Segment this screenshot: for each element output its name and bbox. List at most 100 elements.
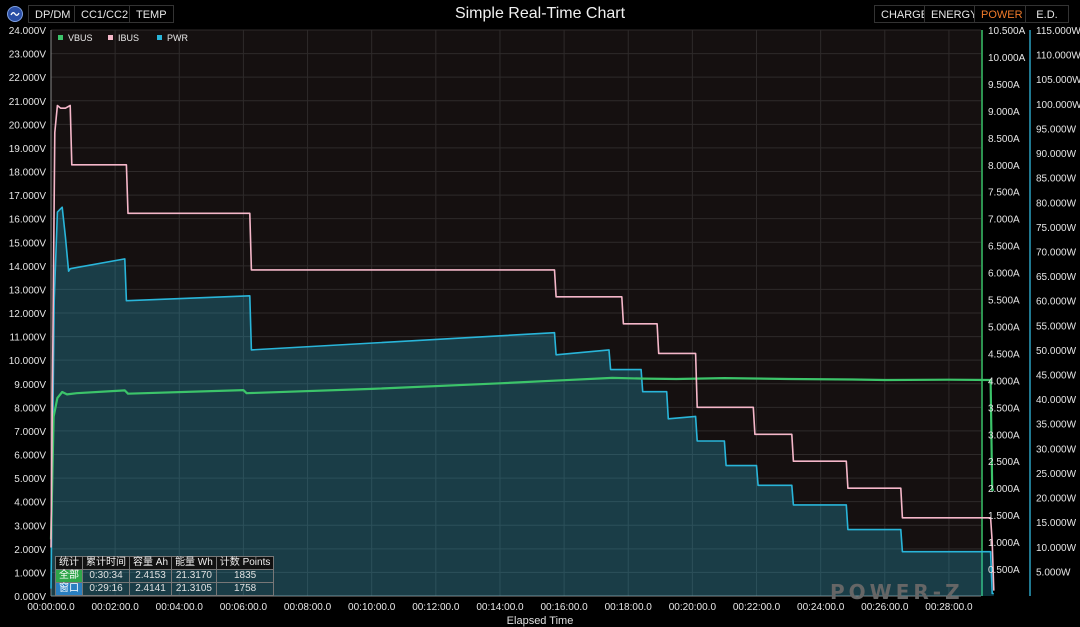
y-right2-tick-label: 40.000W: [1036, 395, 1077, 406]
y-left-tick-label: 9.000V: [14, 380, 46, 391]
y-left-tick-label: 19.000V: [9, 144, 47, 155]
y-right1-tick-label: 0.500A: [988, 565, 1020, 576]
stats-cell: 21.3105: [171, 582, 217, 596]
y-right1-tick-label: 3.000A: [988, 430, 1020, 441]
stats-cell: 21.3170: [171, 569, 217, 583]
y-right1-tick-label: 9.000A: [988, 107, 1020, 118]
y-right2-tick-label: 30.000W: [1036, 444, 1077, 455]
power-chart[interactable]: 0.000V1.000V2.000V3.000V4.000V5.000V6.00…: [0, 0, 1080, 627]
stats-row-label: 全部: [55, 569, 83, 583]
y-right2-tick-label: 80.000W: [1036, 198, 1077, 209]
y-right2-tick-label: 25.000W: [1036, 469, 1077, 480]
brand-logo: POWER-Z: [830, 580, 964, 604]
y-right1-tick-label: 2.500A: [988, 457, 1020, 468]
y-right1-tick-label: 5.000A: [988, 322, 1020, 333]
x-tick-label: 00:10:00.0: [348, 602, 396, 613]
y-right1-tick-label: 1.500A: [988, 511, 1020, 522]
x-tick-label: 00:00:00.0: [27, 602, 75, 613]
stats-header: 统计: [55, 556, 83, 570]
y-right2-tick-label: 20.000W: [1036, 494, 1077, 505]
y-left-tick-label: 18.000V: [9, 168, 47, 179]
legend-ibus-swatch: [108, 35, 113, 40]
legend-vbus: VBUS: [58, 33, 93, 43]
stats-cell: 0:29:16: [82, 582, 130, 596]
y-left-tick-label: 10.000V: [9, 356, 47, 367]
x-tick-label: 00:02:00.0: [92, 602, 140, 613]
y-right2-tick-label: 15.000W: [1036, 518, 1077, 529]
legend-vbus-label: VBUS: [68, 33, 93, 43]
y-right1-tick-label: 8.000A: [988, 161, 1020, 172]
legend-ibus: IBUS: [108, 33, 139, 43]
y-right2-tick-label: 65.000W: [1036, 272, 1077, 283]
y-right1-tick-label: 7.500A: [988, 188, 1020, 199]
x-tick-label: 00:18:00.0: [605, 602, 653, 613]
y-right2-tick-label: 5.000W: [1036, 567, 1071, 578]
y-left-tick-label: 20.000V: [9, 120, 47, 131]
y-right1-tick-label: 5.500A: [988, 296, 1020, 307]
stats-cell: 2.4153: [128, 569, 173, 583]
stats-header: 容量 Ah: [128, 556, 173, 570]
legend-pwr-swatch: [157, 35, 162, 40]
stats-row-all: 全部 0:30:34 2.4153 21.3170 1835: [55, 569, 275, 583]
y-right1-tick-label: 3.500A: [988, 403, 1020, 414]
y-right2-tick-label: 115.000W: [1036, 26, 1080, 37]
x-tick-label: 00:04:00.0: [156, 602, 204, 613]
y-right1-tick-label: 10.000A: [988, 53, 1026, 64]
y-right2-tick-label: 35.000W: [1036, 420, 1077, 431]
y-right1-tick-label: 2.000A: [988, 484, 1020, 495]
y-right1-tick-label: 9.500A: [988, 80, 1020, 91]
y-left-tick-label: 6.000V: [14, 451, 46, 462]
y-left-tick-label: 22.000V: [9, 73, 47, 84]
y-right2-tick-label: 45.000W: [1036, 371, 1077, 382]
y-right1-tick-label: 4.000A: [988, 376, 1020, 387]
y-left-tick-label: 16.000V: [9, 215, 47, 226]
y-right1-tick-label: 1.000A: [988, 538, 1020, 549]
x-tick-label: 00:14:00.0: [476, 602, 524, 613]
y-right2-tick-label: 100.000W: [1036, 100, 1080, 111]
y-left-tick-label: 23.000V: [9, 50, 47, 61]
y-right2-tick-label: 50.000W: [1036, 346, 1077, 357]
y-left-tick-label: 14.000V: [9, 262, 47, 273]
y-left-tick-label: 3.000V: [14, 521, 46, 532]
y-left-tick-label: 2.000V: [14, 545, 46, 556]
y-right1-tick-label: 6.000A: [988, 269, 1020, 280]
y-left-tick-label: 8.000V: [14, 403, 46, 414]
y-left-tick-label: 15.000V: [9, 238, 47, 249]
x-tick-label: 00:20:00.0: [669, 602, 717, 613]
y-right1-tick-label: 4.500A: [988, 349, 1020, 360]
stats-cell: 0:30:34: [82, 569, 130, 583]
x-tick-label: 00:12:00.0: [412, 602, 460, 613]
y-left-tick-label: 13.000V: [9, 285, 47, 296]
y-right1-tick-label: 7.000A: [988, 215, 1020, 226]
x-tick-label: 00:08:00.0: [284, 602, 332, 613]
stats-cell: 1758: [215, 582, 275, 596]
y-right2-tick-label: 90.000W: [1036, 149, 1077, 160]
y-left-tick-label: 4.000V: [14, 498, 46, 509]
y-right2-tick-label: 105.000W: [1036, 75, 1080, 86]
y-left-tick-label: 1.000V: [14, 568, 46, 579]
stats-row-label: 窗口: [55, 582, 83, 596]
y-right2-tick-label: 10.000W: [1036, 543, 1077, 554]
y-left-tick-label: 12.000V: [9, 309, 47, 320]
stats-table: 统计 累计时间 容量 Ah 能量 Wh 计数 Points 全部 0:30:34…: [55, 556, 275, 596]
y-left-tick-label: 11.000V: [9, 333, 46, 344]
x-tick-label: 00:22:00.0: [733, 602, 781, 613]
stats-header: 计数 Points: [215, 556, 275, 570]
legend-ibus-label: IBUS: [118, 33, 140, 43]
x-tick-label: 00:06:00.0: [220, 602, 268, 613]
y-right1-tick-label: 6.500A: [988, 242, 1020, 253]
stats-header: 累计时间: [82, 556, 130, 570]
stats-header: 能量 Wh: [171, 556, 217, 570]
legend-pwr: PWR: [157, 33, 188, 43]
legend-pwr-label: PWR: [167, 33, 188, 43]
y-right2-tick-label: 110.000W: [1036, 51, 1080, 62]
y-right2-tick-label: 85.000W: [1036, 174, 1077, 185]
y-left-tick-label: 24.000V: [9, 26, 47, 37]
x-tick-label: 00:16:00.0: [540, 602, 588, 613]
y-left-tick-label: 21.000V: [9, 97, 47, 108]
stats-header-row: 统计 累计时间 容量 Ah 能量 Wh 计数 Points: [55, 556, 275, 570]
legend-vbus-swatch: [58, 35, 63, 40]
stats-cell: 2.4141: [128, 582, 173, 596]
y-right2-tick-label: 95.000W: [1036, 124, 1077, 135]
y-left-tick-label: 7.000V: [14, 427, 46, 438]
